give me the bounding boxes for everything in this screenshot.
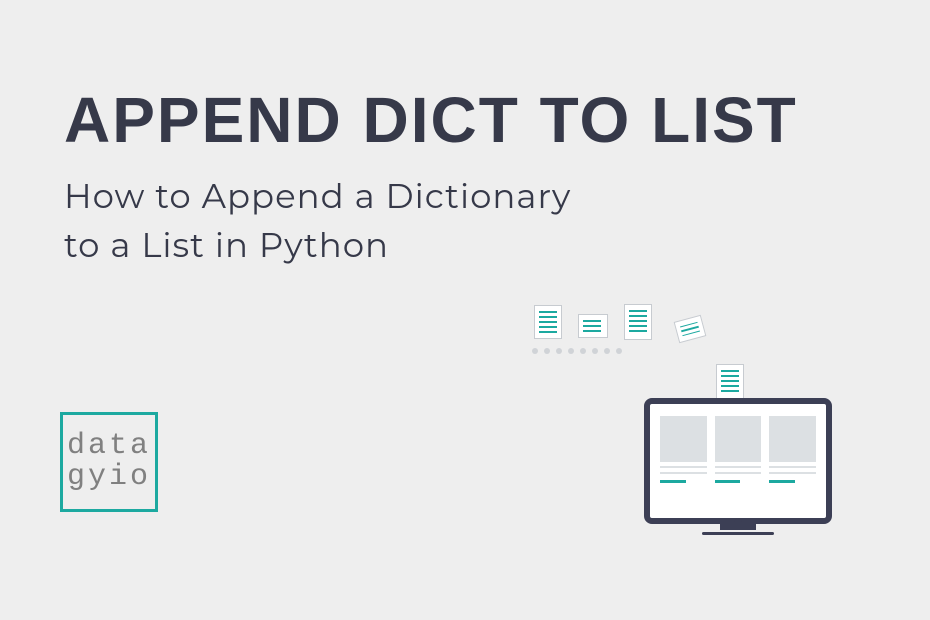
logo-line-1: data [67, 431, 151, 463]
document-icon [674, 315, 707, 343]
document-icon [624, 304, 652, 340]
loading-dots [532, 348, 622, 354]
monitor-icon [644, 398, 832, 540]
document-icon [578, 314, 608, 338]
computer-illustration [520, 302, 880, 562]
logo-line-2: gyio [67, 462, 151, 494]
subtitle-line-1: How to Append a Dictionary [64, 175, 571, 217]
document-icon [716, 364, 744, 399]
datagy-logo: data gyio [60, 412, 158, 512]
page-title: APPEND DICT TO LIST [64, 88, 798, 152]
subtitle-line-2: to a List in Python [64, 224, 389, 266]
document-icon [534, 305, 562, 339]
page-subtitle: How to Append a Dictionary to a List in … [64, 172, 571, 271]
